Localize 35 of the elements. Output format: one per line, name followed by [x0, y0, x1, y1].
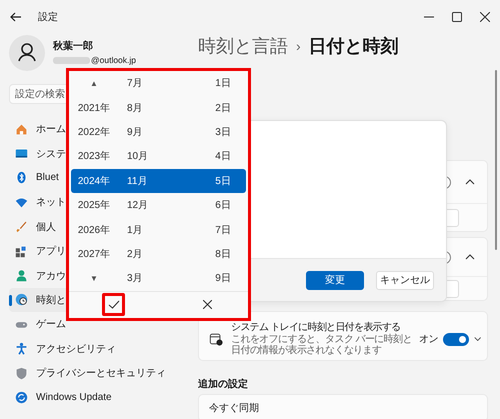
day-option: 7日	[215, 222, 231, 237]
user-name: 秋葉一郎	[53, 41, 94, 53]
breadcrumb-separator: ›	[296, 38, 301, 54]
year-option: 2024年	[78, 174, 110, 188]
day-option: 1日	[215, 76, 231, 90]
day-option: 2日	[215, 100, 231, 115]
day-option: 4日	[215, 149, 231, 164]
year-option: 2021年	[78, 100, 110, 115]
year-option: 2022年	[78, 124, 110, 139]
page-title: 日付と時刻	[308, 35, 399, 58]
day-option: 8日	[215, 246, 231, 261]
month-option: 2月	[127, 246, 143, 261]
day-option: 6日	[215, 198, 231, 212]
month-option: 9月	[127, 124, 143, 139]
month-option: 11月	[127, 174, 148, 188]
day-option: 5日	[215, 174, 231, 188]
window-title: 設定	[38, 10, 58, 24]
year-option: 2027年	[78, 246, 110, 261]
day-option: 3日	[215, 124, 231, 139]
day-option: 9日	[215, 271, 231, 286]
month-option: 7月	[127, 76, 143, 90]
toggle-state: オン	[419, 333, 438, 346]
month-option: 10月	[127, 149, 148, 164]
sync-label: 今すぐ同期	[209, 402, 259, 415]
setting-title: システム トレイに時刻と日付を表示する	[231, 322, 402, 334]
year-option: 2026年	[78, 222, 110, 237]
year-option: 2025年	[78, 198, 110, 212]
month-option: 12月	[127, 198, 148, 212]
setting-description: これをオフにすると、タスク バーに時刻と日付の情報が表示されなくなります	[231, 334, 413, 356]
month-option: 8月	[127, 100, 143, 115]
user-email: @outlook.jp	[91, 55, 136, 65]
section-title: 追加の設定	[198, 377, 249, 391]
month-option: 1月	[127, 222, 143, 237]
month-option: 3月	[127, 271, 143, 286]
year-option: 2023年	[78, 149, 110, 164]
